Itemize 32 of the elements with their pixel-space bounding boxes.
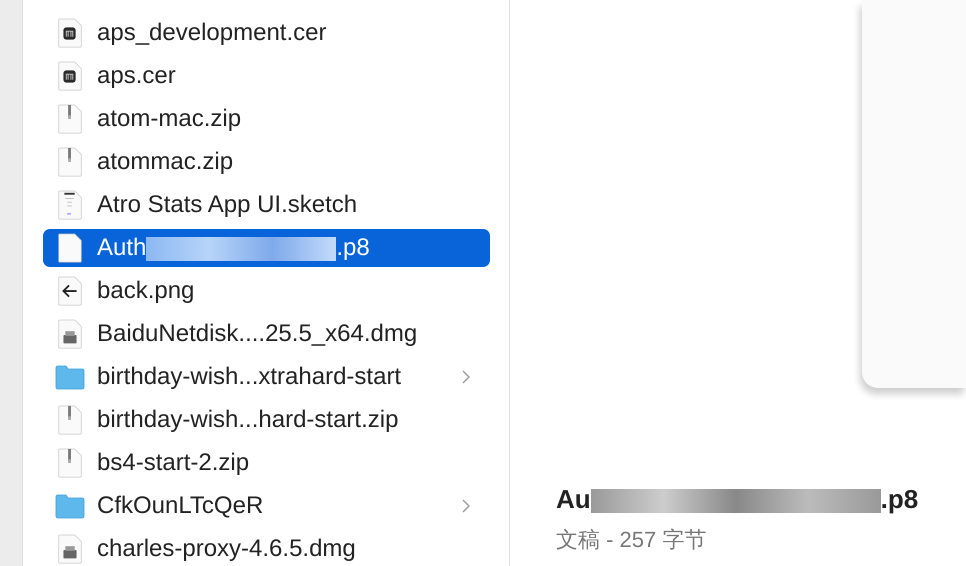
file-row[interactable]: CfkOunLTcQeR bbox=[43, 487, 490, 525]
file-row[interactable]: aps_development.cer bbox=[43, 14, 490, 52]
file-name: atommac.zip bbox=[97, 148, 234, 176]
file-row[interactable]: aps.cer bbox=[43, 57, 490, 95]
file-name: Auth bbox=[97, 234, 146, 261]
file-row[interactable]: birthday-wish...hard-start.zip bbox=[43, 401, 490, 439]
file-name: CfkOunLTcQeR bbox=[97, 492, 264, 520]
file-name: birthday-wish...xtrahard-start bbox=[97, 363, 402, 391]
preview-title: Au bbox=[556, 484, 591, 514]
file-row[interactable]: charles-proxy-4.6.5.dmg bbox=[43, 530, 490, 566]
file-row[interactable]: birthday-wish...xtrahard-start bbox=[43, 358, 490, 396]
file-name: back.png bbox=[97, 277, 196, 305]
file-name: atom-mac.zip bbox=[97, 105, 242, 133]
file-name: BaiduNetdisk....25.5_x64.dmg bbox=[97, 320, 418, 348]
file-row[interactable]: back.png bbox=[43, 272, 490, 310]
file-name: birthday-wish...hard-start.zip bbox=[97, 406, 400, 434]
file-row[interactable]: atommac.zip bbox=[43, 143, 490, 181]
file-name: Atro Stats App UI.sketch bbox=[97, 191, 358, 219]
file-name: bs4-start-2.zip bbox=[97, 449, 250, 477]
file-extension: .p8 bbox=[336, 234, 370, 261]
file-row[interactable]: Auth .p8 bbox=[43, 229, 490, 267]
file-row[interactable]: Atro Stats App UI.sketch bbox=[43, 186, 490, 224]
chevron-right-icon[interactable] bbox=[462, 499, 470, 513]
file-name: aps.cer bbox=[97, 62, 177, 90]
file-row[interactable]: BaiduNetdisk....25.5_x64.dmg bbox=[43, 315, 490, 353]
preview-info: 文稿 - 257 字节 bbox=[556, 526, 708, 554]
file-row[interactable]: atom-mac.zip bbox=[43, 100, 490, 138]
preview-title-extension: .p8 bbox=[880, 484, 918, 514]
chevron-right-icon[interactable] bbox=[462, 370, 470, 384]
file-name: charles-proxy-4.6.5.dmg bbox=[97, 535, 357, 563]
file-row[interactable]: bs4-start-2.zip bbox=[43, 444, 490, 482]
file-name: aps_development.cer bbox=[97, 19, 328, 47]
